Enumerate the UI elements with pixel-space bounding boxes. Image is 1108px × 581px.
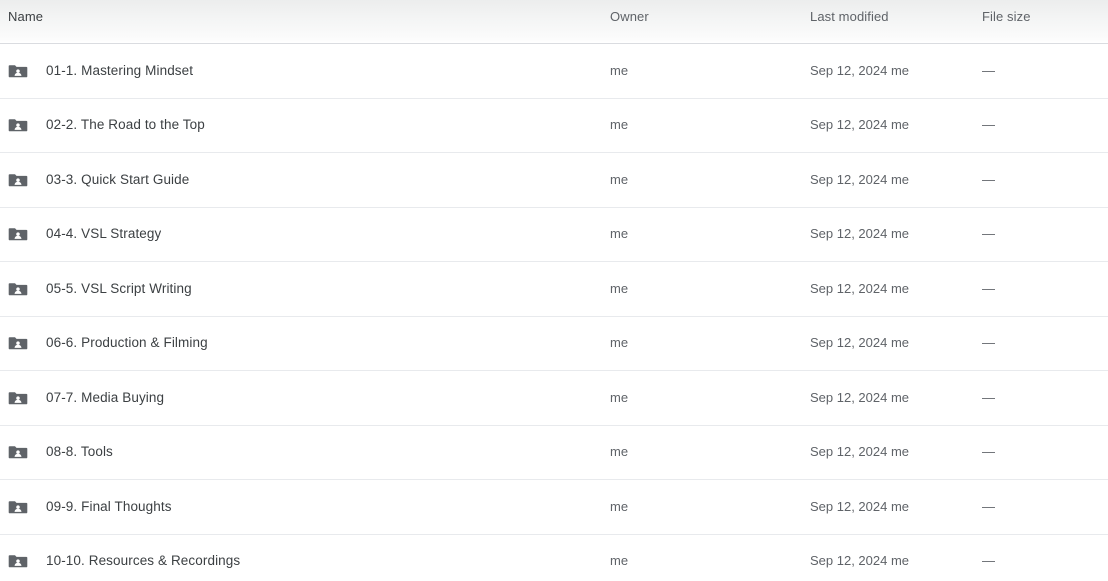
table-row[interactable]: 02-2. The Road to the Top me Sep 12, 202… [0, 98, 1108, 153]
shared-folder-icon [8, 333, 28, 353]
file-owner-cell: me [610, 498, 629, 514]
file-last-modified-cell: Sep 12, 2024 me [810, 444, 910, 460]
file-name-label: 03-3. Quick Start Guide [46, 171, 190, 187]
table-row[interactable]: 09-9. Final Thoughts me Sep 12, 2024 me … [0, 480, 1108, 535]
file-owner-cell: me [610, 171, 629, 187]
shared-folder-icon [8, 170, 28, 190]
shared-folder-icon [8, 442, 28, 462]
file-last-modified-cell: Sep 12, 2024 me [810, 389, 910, 405]
file-name-cell: 10-10. Resources & Recordings [8, 551, 240, 571]
table-row[interactable]: 03-3. Quick Start Guide me Sep 12, 2024 … [0, 153, 1108, 208]
file-last-modified-cell: Sep 12, 2024 me [810, 226, 910, 242]
file-size-cell: — [982, 553, 995, 569]
table-row[interactable]: 06-6. Production & Filming me Sep 12, 20… [0, 316, 1108, 371]
table-row[interactable]: 10-10. Resources & Recordings me Sep 12,… [0, 534, 1108, 581]
column-header-owner[interactable]: Owner [610, 9, 649, 25]
file-name-cell: 08-8. Tools [8, 442, 113, 462]
file-size-cell: — [982, 335, 995, 351]
file-size-cell: — [982, 171, 995, 187]
file-last-modified-cell: Sep 12, 2024 me [810, 553, 910, 569]
file-last-modified-cell: Sep 12, 2024 me [810, 171, 910, 187]
file-name-cell: 03-3. Quick Start Guide [8, 170, 189, 190]
table-row[interactable]: 08-8. Tools me Sep 12, 2024 me — [0, 425, 1108, 480]
shared-folder-icon [8, 61, 28, 81]
file-list: Name Owner Last modified File size 01-1.… [0, 0, 1108, 581]
file-name-cell: 04-4. VSL Strategy [8, 224, 161, 244]
table-header-row: Name Owner Last modified File size [0, 0, 1108, 44]
file-last-modified-cell: Sep 12, 2024 me [810, 280, 910, 296]
shared-folder-icon [8, 388, 28, 408]
file-name-label: 05-5. VSL Script Writing [46, 280, 192, 296]
shared-folder-icon [8, 497, 28, 517]
shared-folder-icon [8, 115, 28, 135]
column-header-name[interactable]: Name [8, 9, 43, 25]
file-name-label: 08-8. Tools [46, 444, 113, 460]
table-row[interactable]: 04-4. VSL Strategy me Sep 12, 2024 me — [0, 207, 1108, 262]
file-size-cell: — [982, 226, 995, 242]
file-name-cell: 02-2. The Road to the Top [8, 115, 205, 135]
file-name-cell: 01-1. Mastering Mindset [8, 61, 193, 81]
file-owner-cell: me [610, 553, 629, 569]
file-rows-container: 01-1. Mastering Mindset me Sep 12, 2024 … [0, 44, 1108, 581]
file-size-cell: — [982, 117, 995, 133]
file-owner-cell: me [610, 444, 629, 460]
file-owner-cell: me [610, 226, 629, 242]
file-name-label: 04-4. VSL Strategy [46, 226, 162, 242]
file-owner-cell: me [610, 117, 629, 133]
table-row[interactable]: 01-1. Mastering Mindset me Sep 12, 2024 … [0, 44, 1108, 99]
column-header-last-modified[interactable]: Last modified [810, 9, 889, 25]
file-owner-cell: me [610, 335, 629, 351]
file-last-modified-cell: Sep 12, 2024 me [810, 62, 910, 78]
file-name-label: 02-2. The Road to the Top [46, 117, 205, 133]
file-name-label: 10-10. Resources & Recordings [46, 553, 241, 569]
file-owner-cell: me [610, 62, 629, 78]
file-size-cell: — [982, 444, 995, 460]
table-row[interactable]: 05-5. VSL Script Writing me Sep 12, 2024… [0, 262, 1108, 317]
file-name-label: 06-6. Production & Filming [46, 335, 208, 351]
file-owner-cell: me [610, 280, 629, 296]
file-size-cell: — [982, 498, 995, 514]
file-last-modified-cell: Sep 12, 2024 me [810, 335, 910, 351]
file-size-cell: — [982, 62, 995, 78]
file-owner-cell: me [610, 389, 629, 405]
file-last-modified-cell: Sep 12, 2024 me [810, 498, 910, 514]
shared-folder-icon [8, 224, 28, 244]
file-name-label: 07-7. Media Buying [46, 389, 165, 405]
shared-folder-icon [8, 551, 28, 571]
shared-folder-icon [8, 279, 28, 299]
file-name-cell: 06-6. Production & Filming [8, 333, 208, 353]
table-row[interactable]: 07-7. Media Buying me Sep 12, 2024 me — [0, 371, 1108, 426]
file-name-label: 01-1. Mastering Mindset [46, 62, 194, 78]
file-name-cell: 09-9. Final Thoughts [8, 497, 172, 517]
file-name-cell: 05-5. VSL Script Writing [8, 279, 192, 299]
file-name-cell: 07-7. Media Buying [8, 388, 164, 408]
file-size-cell: — [982, 389, 995, 405]
column-header-file-size[interactable]: File size [982, 9, 1031, 25]
file-size-cell: — [982, 280, 995, 296]
file-last-modified-cell: Sep 12, 2024 me [810, 117, 910, 133]
file-name-label: 09-9. Final Thoughts [46, 498, 172, 514]
